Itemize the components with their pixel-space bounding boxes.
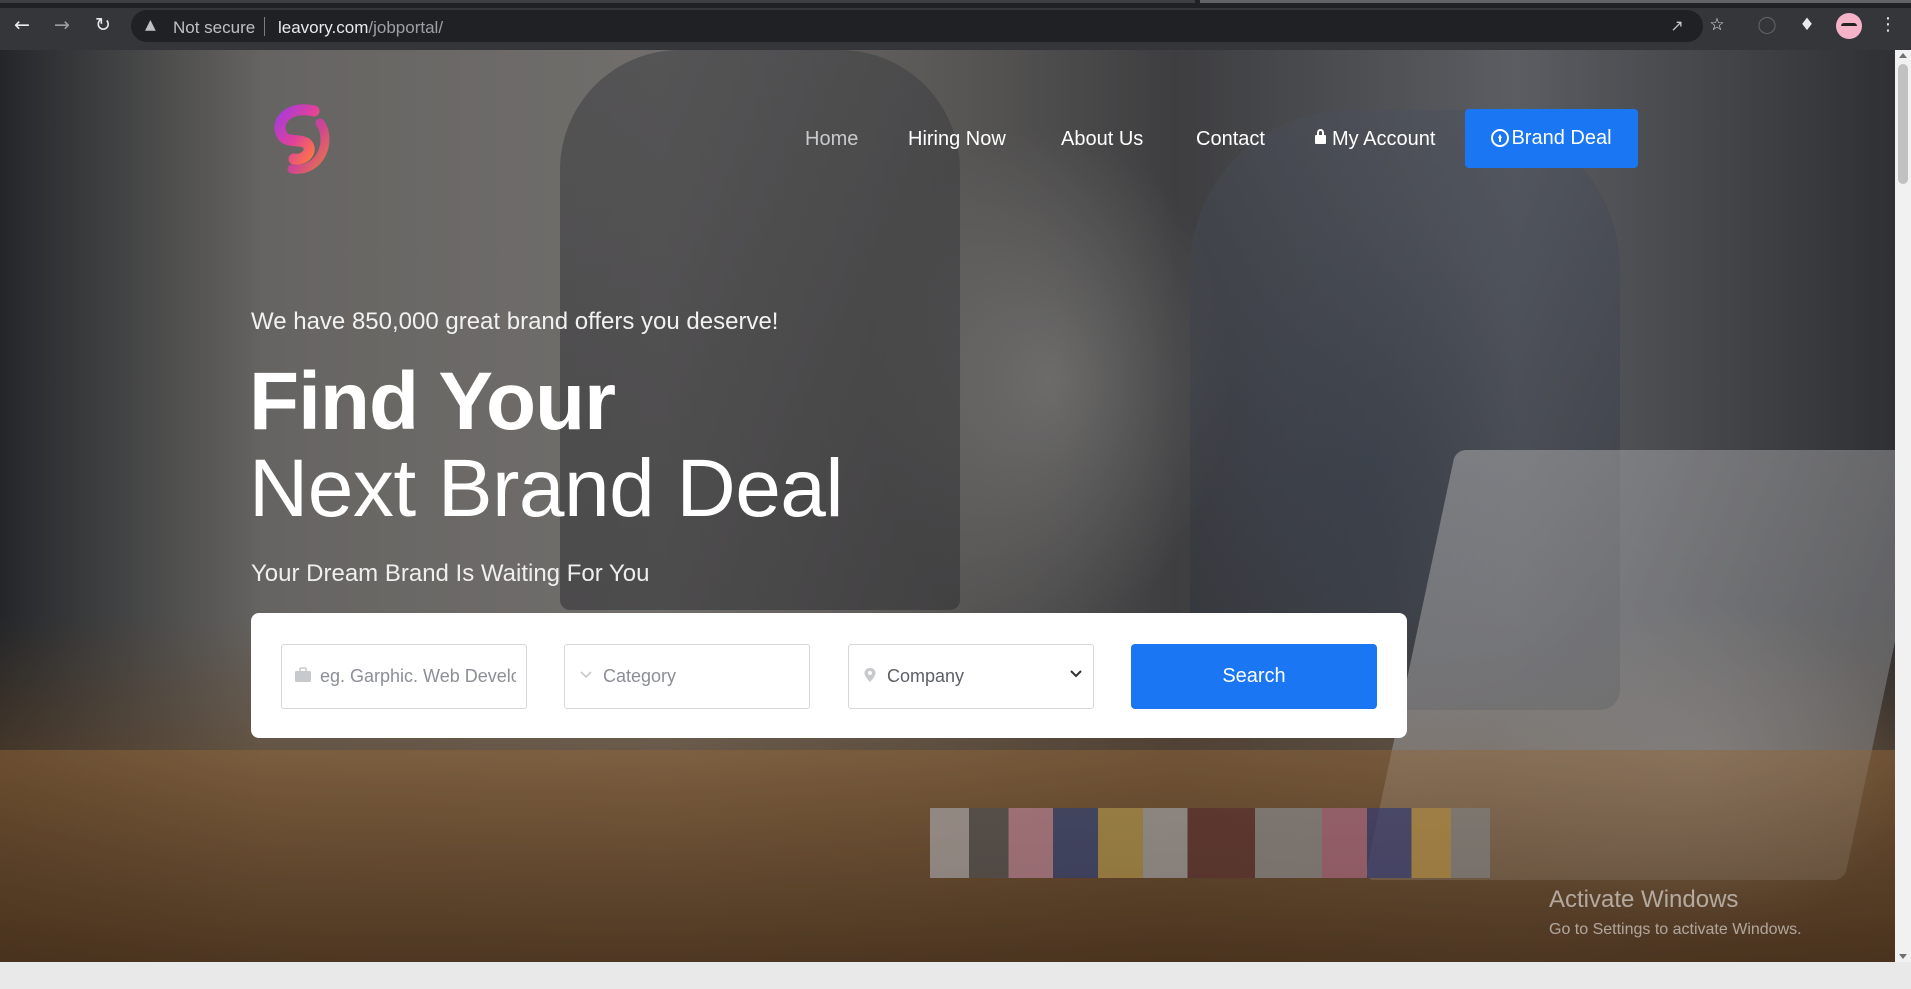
extension-icon[interactable]: ◯	[1756, 14, 1778, 36]
back-icon[interactable]: ←	[11, 14, 33, 36]
job-search-form: eg. Garphic. Web Develo Category Company…	[251, 613, 1407, 738]
browser-toolbar: ← → ↻ ▲ Not secure leavory.com/jobportal…	[0, 0, 1911, 50]
page-bottom-strip	[0, 962, 1911, 989]
star-icon[interactable]: ☆	[1706, 14, 1728, 36]
nav-about-us[interactable]: About Us	[1061, 128, 1143, 158]
avatar[interactable]	[1836, 13, 1862, 39]
category-placeholder: Category	[603, 666, 677, 686]
brand-deal-button[interactable]: Brand Deal	[1465, 109, 1638, 168]
hero-headline-light: Next Brand Deal	[249, 443, 844, 534]
hero-headline-bold: Find Your	[249, 356, 616, 447]
url-path: /jobportal/	[368, 18, 444, 37]
menu-dots-icon[interactable]: ⋮	[1877, 14, 1899, 36]
hero-tagline: We have 850,000 great brand offers you d…	[251, 308, 779, 335]
scroll-up-icon[interactable]	[1899, 53, 1907, 58]
url-text[interactable]: leavory.com/jobportal/	[278, 18, 443, 38]
location-pin-icon	[864, 668, 876, 682]
reload-icon[interactable]: ↻	[92, 14, 114, 36]
scroll-down-icon[interactable]	[1899, 954, 1907, 959]
company-selected-value: Company	[887, 666, 965, 686]
company-select[interactable]: Company	[848, 644, 1094, 709]
separator	[264, 17, 265, 36]
scrollbar-thumb[interactable]	[1898, 64, 1908, 184]
lock-icon	[1315, 129, 1326, 144]
keyword-placeholder: eg. Garphic. Web Develo	[320, 666, 516, 686]
address-bar[interactable]: ▲ Not secure leavory.com/jobportal/ ↗	[131, 10, 1703, 42]
forward-icon[interactable]: →	[51, 14, 73, 36]
nav-my-account-label: My Account	[1332, 128, 1436, 150]
nav-hiring-now[interactable]: Hiring Now	[908, 128, 1006, 158]
chevron-down-icon	[580, 671, 592, 679]
share-icon[interactable]: ↗	[1667, 16, 1687, 36]
puzzle-icon[interactable]: ♦	[1796, 14, 1818, 36]
keyword-input[interactable]: eg. Garphic. Web Develo	[281, 644, 527, 709]
os-watermark-subtitle: Go to Settings to activate Windows.	[1549, 921, 1802, 938]
nav-home[interactable]: Home	[805, 128, 858, 158]
warning-icon: ▲	[145, 17, 156, 33]
brand-deal-label: Brand Deal	[1511, 127, 1612, 149]
os-watermark-title: Activate Windows	[1549, 886, 1739, 913]
hero-section: Home Hiring Now About Us Contact My Acco…	[0, 50, 1895, 962]
hero-subheadline: Your Dream Brand Is Waiting For You	[251, 560, 650, 587]
site-logo[interactable]	[270, 103, 336, 177]
category-select[interactable]: Category	[564, 644, 810, 709]
page-scrollbar[interactable]	[1895, 50, 1911, 962]
arrow-up-circle-icon	[1491, 129, 1510, 147]
nav-contact[interactable]: Contact	[1196, 128, 1265, 158]
search-button[interactable]: Search	[1131, 644, 1377, 709]
nav-my-account[interactable]: My Account	[1315, 128, 1435, 158]
chevron-down-icon	[1070, 670, 1082, 678]
briefcase-icon	[295, 667, 311, 682]
url-host: leavory.com	[278, 18, 369, 37]
tab-strip	[0, 0, 1911, 8]
security-label[interactable]: Not secure	[173, 18, 255, 38]
